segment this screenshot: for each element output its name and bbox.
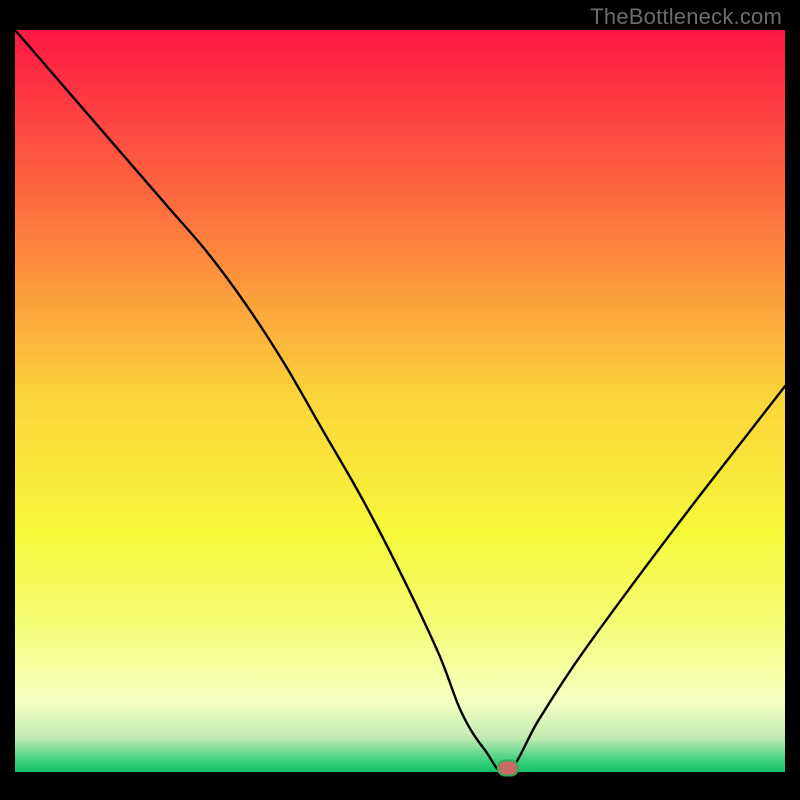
gradient-background	[15, 30, 785, 772]
watermark-text: TheBottleneck.com	[590, 4, 782, 30]
chart-stage: TheBottleneck.com	[0, 0, 800, 800]
optimal-marker	[499, 762, 517, 775]
bottleneck-chart	[0, 0, 800, 800]
